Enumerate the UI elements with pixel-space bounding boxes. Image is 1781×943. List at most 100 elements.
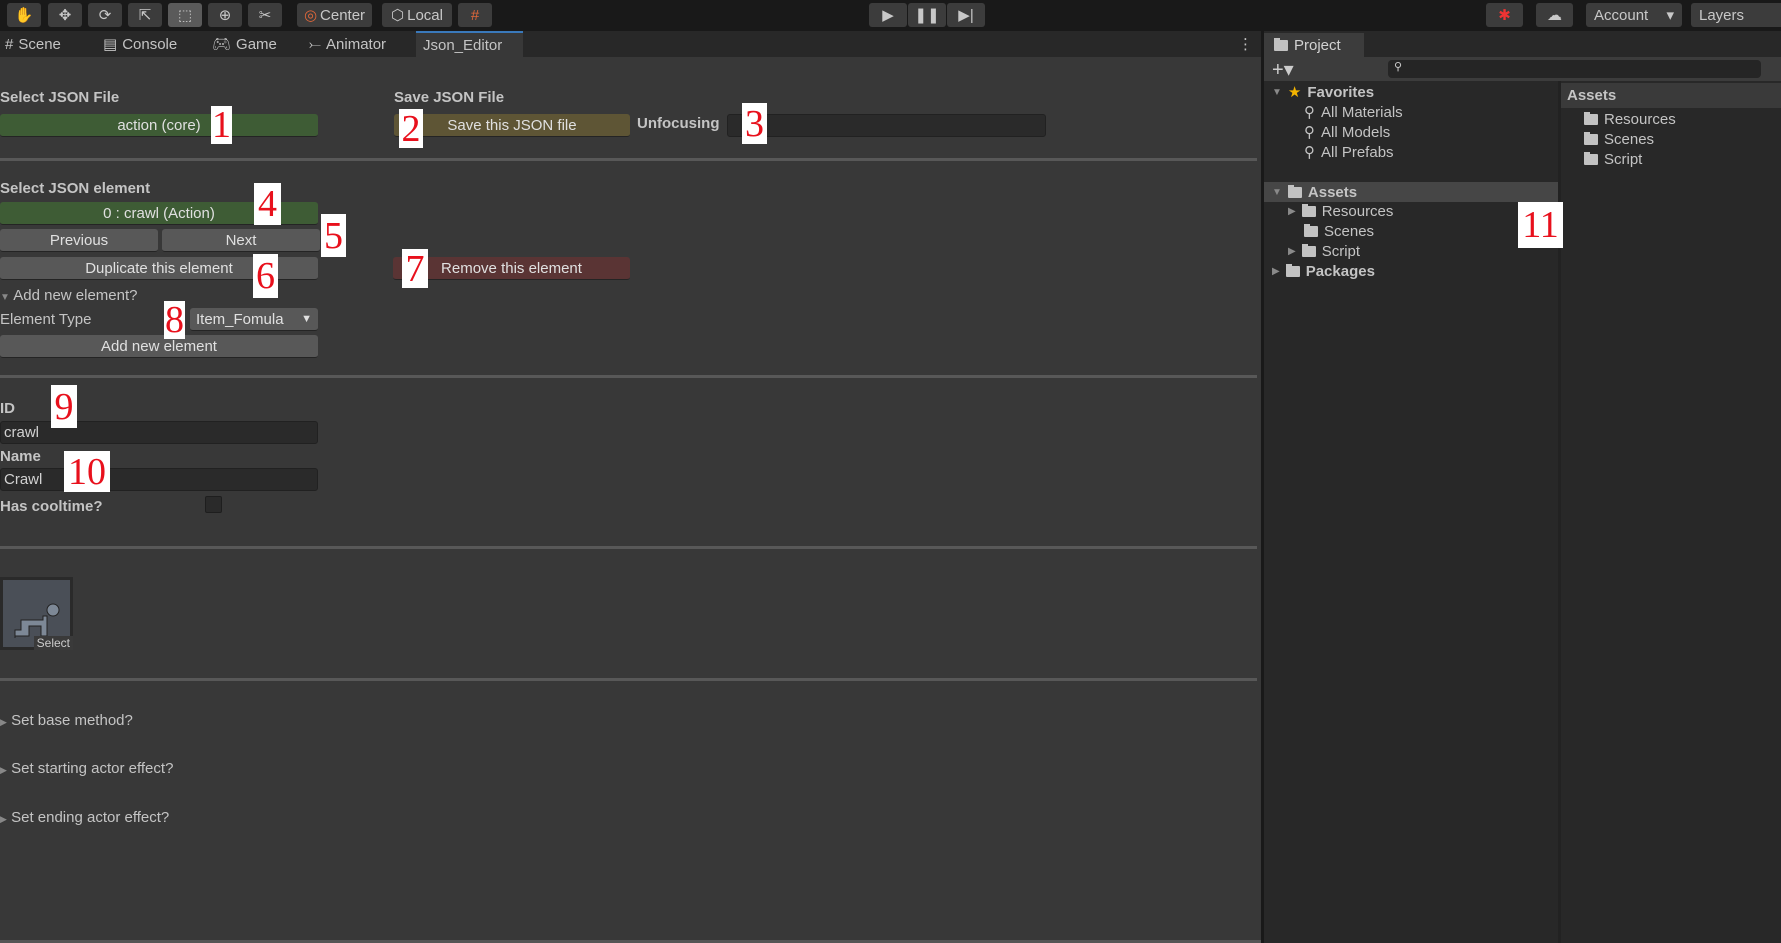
rotate-tool-button[interactable]: ⟳ <box>88 3 122 27</box>
cloud-icon: ☁ <box>1547 7 1562 24</box>
folder-icon <box>1301 204 1316 217</box>
foldout-open-icon: ▼ <box>1272 86 1282 98</box>
folder-icon <box>1584 132 1598 145</box>
tab-animator[interactable]: ⤚ Animator <box>309 31 386 57</box>
starting-effect-foldout[interactable]: ▶ Set starting actor effect? <box>0 760 173 777</box>
id-input[interactable]: crawl <box>0 421 318 444</box>
foldout-closed-icon: ▶ <box>0 765 7 775</box>
tab-project[interactable]: Project <box>1264 33 1364 57</box>
packages-tree-item[interactable]: ▶ Packages <box>1272 263 1375 280</box>
pivot-local-button[interactable]: ⬡ Local <box>382 3 452 27</box>
scale-tool-button[interactable]: ⇱ <box>128 3 162 27</box>
crawl-icon: Select <box>3 580 73 650</box>
rect-tool-button[interactable]: ⬚ <box>168 3 202 27</box>
open-folder-icon <box>1287 184 1302 198</box>
name-label: Name <box>0 448 41 465</box>
pivot-icon: ◎ <box>303 7 318 24</box>
move-tool-button[interactable]: ✥ <box>48 3 82 27</box>
more-options-icon[interactable]: ⋮ <box>1238 31 1253 57</box>
remove-element-button[interactable]: Remove this element <box>393 257 630 280</box>
collab-error-icon: ✱ <box>1498 7 1511 24</box>
divider <box>0 158 1257 161</box>
element-type-dropdown[interactable]: Item_Fomula ▼ <box>190 308 318 331</box>
cube-icon: ⬡ <box>391 7 405 24</box>
select-element-label: Select JSON element <box>0 180 151 197</box>
tab-scene[interactable]: # Scene <box>5 31 61 57</box>
grid-snap-icon: # <box>470 6 480 24</box>
add-new-element-foldout[interactable]: ▼ Add new element? <box>0 287 138 304</box>
layers-dropdown[interactable]: Layers <box>1691 3 1781 27</box>
tree-item-scenes[interactable]: Scenes <box>1304 223 1374 240</box>
divider <box>0 375 1257 378</box>
folder-icon <box>1274 37 1288 51</box>
annotation-6: 6 <box>253 254 278 298</box>
add-new-element-button[interactable]: Add new element <box>0 335 318 358</box>
account-dropdown[interactable]: Account ▾ <box>1586 3 1682 27</box>
assets-breadcrumb: Assets <box>1561 83 1781 108</box>
folder-icon <box>1584 112 1598 125</box>
next-button[interactable]: Next <box>162 229 320 252</box>
folder-icon <box>1285 264 1300 277</box>
editor-tab-bar: # Scene ▤ Console 🎮︎ Game ⤚ Animator Json_Ed… <box>0 31 1261 57</box>
tab-json-editor[interactable]: Json_Editor <box>416 31 523 57</box>
gamepad-icon: 🎮︎ <box>212 36 232 53</box>
favorites-foldout[interactable]: ▼ ★ Favorites <box>1272 83 1374 102</box>
annotation-9: 9 <box>51 385 77 428</box>
cooltime-label: Has cooltime? <box>0 498 103 515</box>
base-method-foldout[interactable]: ▶ Set base method? <box>0 712 133 729</box>
hand-tool-button[interactable]: ✋ <box>7 3 41 27</box>
step-icon: ▶| <box>958 7 974 24</box>
tab-game[interactable]: 🎮︎ Game <box>212 31 277 57</box>
asset-item-scenes[interactable]: Scenes <box>1584 131 1654 148</box>
assets-tree-item[interactable]: ▼ Assets <box>1264 182 1558 202</box>
foldout-closed-icon: ▶ <box>1288 206 1296 217</box>
annotation-1: 1 <box>211 104 232 146</box>
asset-item-script[interactable]: Script <box>1584 151 1642 168</box>
name-input[interactable]: Crawl <box>0 468 318 491</box>
icon-select-button[interactable]: Select <box>33 636 73 650</box>
folder-icon <box>1301 244 1316 257</box>
favorite-all-models[interactable]: ⚲ All Models <box>1304 123 1390 142</box>
icon-picker[interactable]: Select <box>0 577 73 650</box>
previous-button[interactable]: Previous <box>0 229 158 252</box>
console-icon: ▤ <box>103 36 118 53</box>
folder-icon <box>1304 224 1318 237</box>
project-search-input[interactable]: ⚲ <box>1388 60 1761 78</box>
annotation-3: 3 <box>742 103 767 144</box>
pivot-center-button[interactable]: ◎ Center <box>297 3 372 27</box>
folder-icon <box>1584 152 1598 165</box>
project-toolbar: +▾ ⚲ <box>1264 57 1781 81</box>
foldout-open-icon: ▼ <box>0 292 10 303</box>
ending-effect-foldout[interactable]: ▶ Set ending actor effect? <box>0 809 169 826</box>
foldout-open-icon: ▼ <box>1272 186 1282 198</box>
pause-icon: ❚❚ <box>914 7 940 24</box>
element-type-label: Element Type <box>0 311 92 328</box>
tree-item-script[interactable]: ▶ Script <box>1288 243 1360 260</box>
pause-button[interactable]: ❚❚ <box>908 3 946 27</box>
move-icon: ✥ <box>58 7 72 24</box>
play-button[interactable]: ▶ <box>869 3 907 27</box>
star-icon: ★ <box>1287 84 1302 101</box>
transform-tool-button[interactable]: ⊕ <box>208 3 242 27</box>
create-plus-icon[interactable]: +▾ <box>1272 57 1294 82</box>
tab-console[interactable]: ▤ Console <box>103 31 177 57</box>
unfocusing-field[interactable] <box>727 114 1046 137</box>
favorite-all-prefabs[interactable]: ⚲ All Prefabs <box>1304 143 1394 162</box>
annotation-11: 11 <box>1518 202 1563 248</box>
animator-icon: ⤚ <box>309 35 322 53</box>
file-select-button[interactable]: action (core) <box>0 114 318 137</box>
collab-button[interactable]: ✱ <box>1486 3 1523 27</box>
cloud-button[interactable]: ☁ <box>1536 3 1573 27</box>
save-json-button[interactable]: Save this JSON file <box>394 114 630 137</box>
divider <box>0 678 1257 681</box>
project-panel: Project +▾ ⚲ ▼ ★ Favorites ⚲ All Materials … <box>1261 31 1781 943</box>
tree-item-resources[interactable]: ▶ Resources <box>1288 203 1393 220</box>
save-file-label: Save JSON File <box>394 89 505 106</box>
divider <box>0 546 1257 549</box>
cooltime-checkbox[interactable] <box>205 496 222 513</box>
asset-item-resources[interactable]: Resources <box>1584 111 1676 128</box>
favorite-all-materials[interactable]: ⚲ All Materials <box>1304 103 1403 122</box>
grid-snap-button[interactable]: # <box>458 3 492 27</box>
step-button[interactable]: ▶| <box>947 3 985 27</box>
custom-tools-button[interactable]: ✂ <box>248 3 282 27</box>
